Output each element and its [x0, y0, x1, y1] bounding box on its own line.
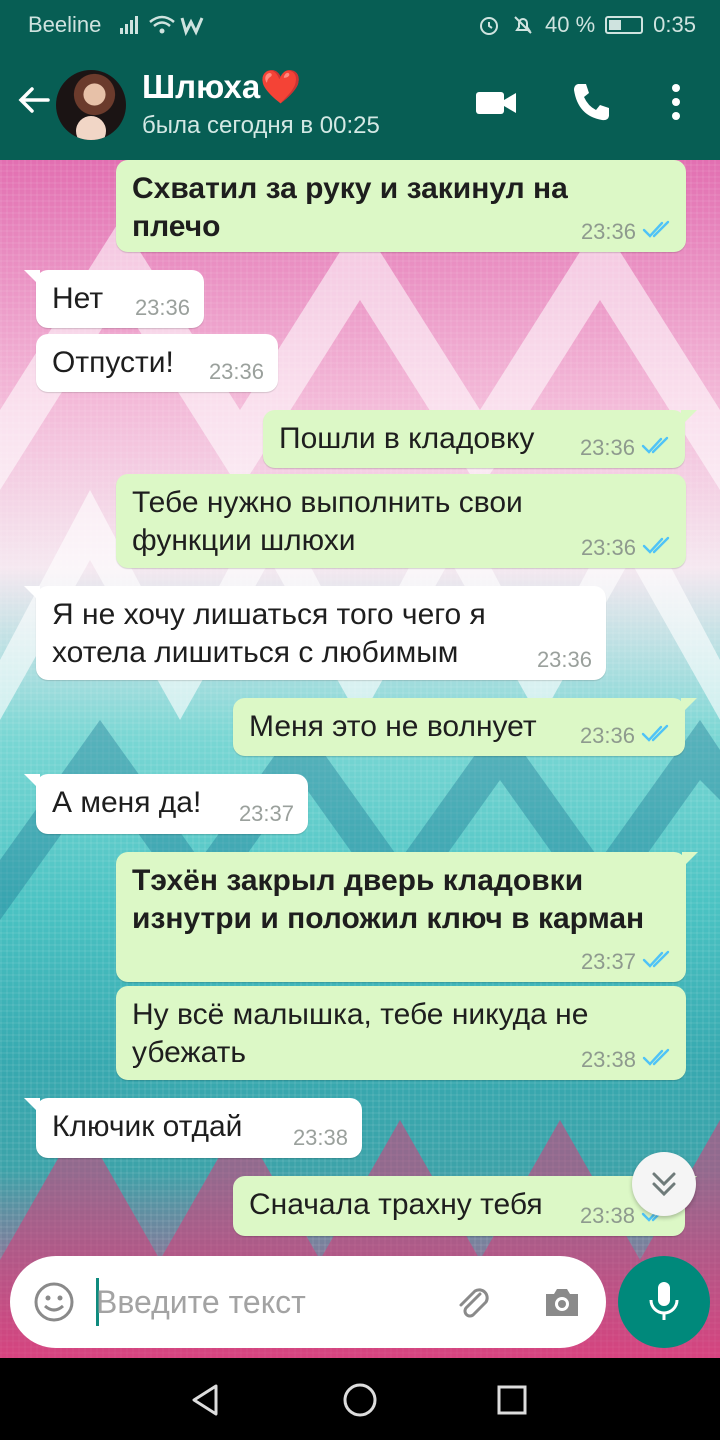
outgoing-message[interactable]: Сначала трахну тебя 23:38 [233, 1176, 697, 1236]
incoming-message[interactable]: Нет 23:36 [24, 270, 204, 328]
message-meta: 23:37 [581, 949, 672, 974]
message-text: Сначала трахну тебя [249, 1188, 543, 1221]
read-ticks-icon [642, 949, 672, 974]
read-ticks-icon [641, 435, 671, 460]
message-text: Ну всё малышка, тебе никуда не убежать [132, 998, 589, 1069]
message-meta: 23:38 [581, 1047, 672, 1072]
message-time: 23:36 [580, 534, 636, 560]
chat-area[interactable]: Схватил за руку и закинул на плечо 23:36 Н… [0, 160, 720, 1360]
message-time: 23:38 [580, 1046, 636, 1072]
scroll-down-button[interactable] [632, 1152, 696, 1216]
heart-emoji: ❤️ [260, 68, 302, 105]
message-time: 23:37 [580, 948, 636, 974]
mute-icon [514, 16, 532, 34]
message-time: 23:36 [579, 434, 635, 460]
message-text: Ключик отдай [52, 1110, 243, 1143]
camera-icon[interactable] [540, 1280, 584, 1324]
last-seen-status: была сегодня в 00:25 [142, 112, 380, 139]
microphone-icon [649, 1282, 679, 1320]
nav-recents-icon[interactable] [492, 1380, 532, 1420]
message-time: 23:36 [134, 295, 190, 320]
phone-call-icon[interactable] [566, 78, 614, 126]
message-meta: 23:36 [581, 535, 672, 560]
message-text: Тебе нужно выполнить свои функции шлюхи [132, 486, 523, 557]
read-ticks-icon [641, 723, 671, 748]
message-meta: 23:36 [580, 435, 671, 460]
message-time: 23:36 [580, 218, 636, 244]
video-call-icon[interactable] [472, 78, 520, 126]
message-text: А меня да! [52, 786, 202, 819]
incoming-message[interactable]: Ключик отдай 23:38 [24, 1098, 362, 1158]
message-input[interactable]: Введите текст [96, 1284, 306, 1321]
message-meta: 23:36 [135, 296, 190, 320]
message-text: Схватил за руку и закинул на плечо [132, 172, 568, 243]
voice-record-button[interactable] [618, 1256, 710, 1348]
message-input-bar: Введите текст [10, 1256, 606, 1348]
read-ticks-icon [642, 1047, 672, 1072]
incoming-message[interactable]: Отпусти! 23:36 [36, 334, 278, 392]
battery-icon [605, 16, 644, 34]
outgoing-message[interactable]: Меня это не волнует 23:36 [233, 698, 697, 756]
system-nav-bar [0, 1358, 720, 1440]
outgoing-message[interactable]: Пошли в кладовку 23:36 [263, 410, 697, 468]
message-text: Я не хочу лишаться того чего я хотела ли… [52, 598, 486, 669]
outgoing-message[interactable]: Ну всё малышка, тебе никуда не убежать 23… [116, 986, 686, 1080]
outgoing-message[interactable]: Тебе нужно выполнить свои функции шлюхи 2… [116, 474, 686, 568]
contact-name[interactable]: Шлюха❤️ [142, 68, 301, 107]
message-text: Отпусти! [52, 346, 174, 379]
incoming-message[interactable]: А меня да! 23:37 [24, 774, 308, 834]
clock: 0:35 [653, 12, 696, 37]
outgoing-message[interactable]: Схватил за руку и закинул на плечо 23:36 [116, 160, 686, 252]
attach-icon[interactable] [450, 1280, 494, 1324]
message-text: Нет [52, 282, 104, 315]
message-time: 23:36 [579, 722, 635, 748]
message-meta: 23:36 [581, 219, 672, 244]
message-time: 23:36 [536, 647, 592, 672]
contact-name-text: Шлюха [142, 68, 261, 105]
message-meta: 23:38 [293, 1126, 348, 1150]
incoming-message[interactable]: Я не хочу лишаться того чего я хотела ли… [24, 586, 606, 680]
battery-percent: 40 % [545, 12, 596, 37]
status-bar: Beeline 40 % 0:35 [0, 0, 720, 48]
signal-wifi-icons [120, 12, 210, 42]
avatar[interactable] [56, 70, 126, 140]
read-ticks-icon [642, 219, 672, 244]
message-text: Тэхён закрыл дверь кладовки изнутри и по… [132, 864, 645, 935]
read-ticks-icon [642, 535, 672, 560]
chat-header: Шлюха❤️ была сегодня в 00:25 [0, 48, 720, 160]
back-arrow-icon[interactable] [14, 80, 54, 120]
message-meta: 23:37 [239, 802, 294, 826]
more-vert-icon[interactable] [652, 78, 700, 126]
double-chevron-down-icon [652, 1172, 676, 1197]
message-time: 23:38 [579, 1202, 635, 1228]
emoji-icon[interactable] [32, 1280, 76, 1324]
alarm-icon [480, 17, 499, 35]
outgoing-message[interactable]: Тэхён закрыл дверь кладовки изнутри и по… [116, 852, 698, 982]
nav-back-icon[interactable] [186, 1380, 226, 1420]
message-meta: 23:36 [580, 723, 671, 748]
message-meta: 23:36 [209, 360, 264, 384]
carrier-name: Beeline [28, 12, 102, 37]
nav-home-icon[interactable] [340, 1380, 380, 1420]
message-time: 23:37 [238, 801, 294, 826]
message-text: Пошли в кладовку [279, 422, 535, 455]
message-time: 23:38 [292, 1125, 348, 1150]
message-text: Меня это не волнует [249, 710, 537, 743]
message-meta: 23:36 [537, 648, 592, 672]
message-time: 23:36 [208, 359, 264, 384]
